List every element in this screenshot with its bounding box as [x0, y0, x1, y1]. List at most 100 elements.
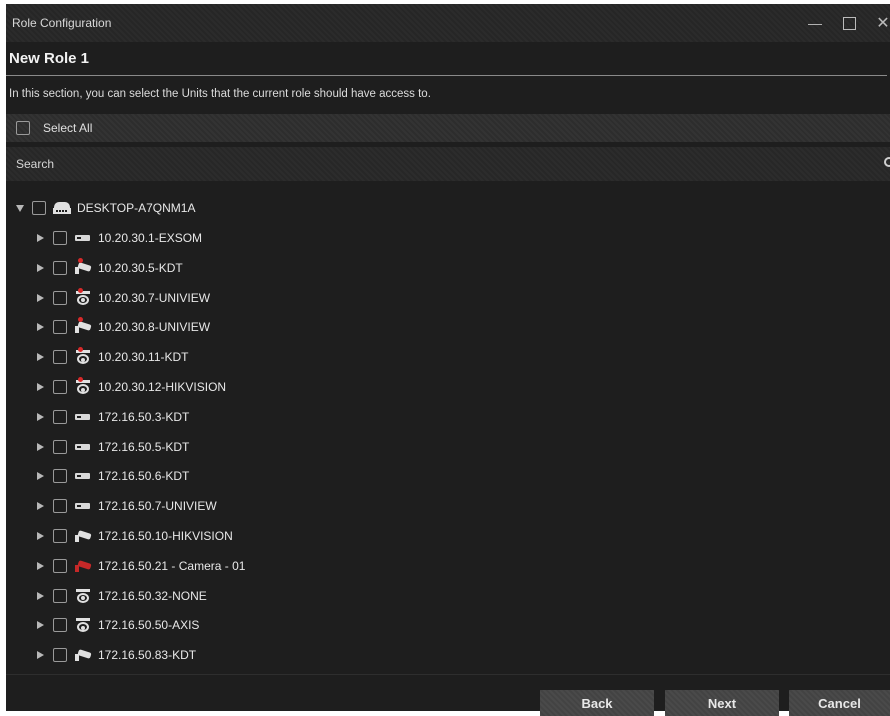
tree-item-checkbox[interactable]: [53, 529, 67, 543]
role-name-heading: New Role 1: [6, 42, 887, 76]
tree-item-label: 172.16.50.6-KDT: [98, 469, 190, 484]
search-icon[interactable]: [884, 157, 890, 167]
nvr-icon: [74, 231, 92, 245]
bullet-camera-icon: [74, 559, 92, 573]
tree-item-label: 172.16.50.21 - Camera - 01: [98, 558, 246, 573]
expand-icon[interactable]: [37, 651, 44, 660]
tree-item-label: 10.20.30.8-UNIVIEW: [98, 320, 211, 335]
expand-icon[interactable]: [37, 591, 44, 600]
role-description: In this section, you can select the Unit…: [9, 88, 431, 100]
expand-icon[interactable]: [37, 442, 44, 451]
nvr-icon: [74, 410, 92, 424]
expand-icon[interactable]: [37, 353, 44, 362]
tree-item[interactable]: 10.20.30.7-UNIVIEW: [37, 283, 210, 313]
bullet-camera-icon: [74, 317, 92, 334]
maximize-icon: [842, 16, 856, 30]
tree-item-label: 10.20.30.11-KDT: [98, 350, 189, 365]
close-button[interactable]: ✕: [866, 4, 890, 42]
expand-icon[interactable]: [37, 532, 44, 540]
tree-item[interactable]: 10.20.30.5-KDT: [37, 253, 183, 283]
dome-camera-icon: [74, 287, 92, 305]
expand-icon[interactable]: [37, 234, 44, 242]
tree-item-checkbox[interactable]: [53, 320, 67, 335]
tree-root-checkbox[interactable]: [32, 201, 46, 215]
tree-item-label: 172.16.50.50-AXIS: [98, 618, 200, 633]
tree-item-checkbox[interactable]: [53, 290, 67, 305]
tree-item[interactable]: 10.20.30.12-HIKVISION: [37, 372, 226, 402]
tree-item[interactable]: 172.16.50.6-KDT: [37, 461, 189, 491]
tree-item-checkbox[interactable]: [53, 469, 67, 484]
back-button[interactable]: Back: [540, 690, 654, 716]
tree-item-checkbox[interactable]: [53, 618, 67, 633]
tree-item-checkbox[interactable]: [53, 231, 67, 245]
tree-root-label: DESKTOP-A7QNM1A: [77, 201, 196, 215]
expand-icon[interactable]: [37, 323, 44, 332]
tree-item[interactable]: 172.16.50.32-NONE: [37, 581, 207, 611]
dome-camera-icon: [74, 618, 92, 633]
tree-item-label: 172.16.50.7-UNIVIEW: [98, 499, 217, 514]
dome-camera-icon: [74, 347, 92, 365]
bullet-camera-icon: [74, 529, 92, 543]
next-button[interactable]: Next: [665, 690, 779, 716]
server-icon: [53, 201, 71, 215]
tree-item-checkbox[interactable]: [53, 409, 67, 424]
expand-icon[interactable]: [37, 293, 44, 302]
tree-item[interactable]: 172.16.50.83-KDT: [37, 640, 196, 670]
search-placeholder: Search: [16, 157, 55, 171]
window-controls: — ✕: [798, 4, 890, 42]
expand-icon[interactable]: [37, 383, 44, 391]
tree-item-label: 172.16.50.5-KDT: [98, 439, 190, 454]
expand-icon[interactable]: [37, 561, 44, 570]
expand-icon[interactable]: [37, 621, 44, 630]
tree-item[interactable]: 172.16.50.10-HIKVISION: [37, 521, 233, 551]
tree-item-label: 172.16.50.10-HIKVISION: [98, 529, 233, 543]
tree-item-checkbox[interactable]: [53, 588, 67, 603]
window-title: Role Configuration: [12, 16, 112, 30]
tree-item[interactable]: 10.20.30.8-UNIVIEW: [37, 312, 210, 342]
expand-icon[interactable]: [37, 502, 44, 511]
tree-item-checkbox[interactable]: [53, 350, 67, 365]
cancel-button[interactable]: Cancel: [789, 690, 890, 716]
minimize-button[interactable]: —: [798, 4, 832, 42]
tree-item-checkbox[interactable]: [53, 260, 67, 275]
select-all-label: Select All: [43, 121, 93, 135]
expand-icon[interactable]: [37, 412, 44, 421]
nvr-icon: [74, 440, 92, 454]
tree-item-checkbox[interactable]: [53, 439, 67, 454]
tree-root-row[interactable]: DESKTOP-A7QNM1A: [16, 193, 195, 223]
tree-item-label: 10.20.30.12-HIKVISION: [98, 380, 227, 394]
title-bar: Role Configuration — ✕: [6, 4, 890, 42]
tree-item[interactable]: 172.16.50.50-AXIS: [37, 610, 199, 640]
tree-item-label: 10.20.30.1-EXSOM: [98, 231, 203, 245]
select-all-checkbox[interactable]: [16, 121, 30, 135]
dome-camera-icon: [74, 588, 92, 603]
tree-item[interactable]: 10.20.30.11-KDT: [37, 342, 189, 372]
tree-item-checkbox[interactable]: [53, 558, 67, 573]
tree-item-label: 172.16.50.32-NONE: [98, 588, 207, 603]
tree-item-label: 10.20.30.7-UNIVIEW: [98, 290, 211, 305]
search-input[interactable]: Search: [6, 147, 890, 181]
tree-item[interactable]: 172.16.50.3-KDT: [37, 402, 189, 432]
footer-divider: [6, 674, 890, 675]
maximize-button[interactable]: [832, 4, 866, 42]
tree-item-checkbox[interactable]: [53, 499, 67, 514]
expand-collapse-icon[interactable]: [16, 204, 24, 212]
bullet-camera-icon: [74, 257, 92, 275]
tree-item[interactable]: 10.20.30.1-EXSOM: [37, 223, 202, 253]
tree-item[interactable]: 172.16.50.21 - Camera - 01: [37, 551, 245, 581]
tree-item-checkbox[interactable]: [53, 648, 67, 663]
dome-camera-icon: [74, 377, 92, 394]
expand-icon[interactable]: [37, 472, 44, 481]
tree-item-label: 172.16.50.3-KDT: [98, 409, 190, 424]
tree-item-label: 10.20.30.5-KDT: [98, 260, 183, 275]
select-all-row[interactable]: Select All: [6, 114, 890, 142]
tree-item-label: 172.16.50.83-KDT: [98, 648, 197, 663]
bullet-camera-icon: [74, 648, 92, 662]
tree-item[interactable]: 172.16.50.5-KDT: [37, 432, 189, 462]
expand-icon[interactable]: [37, 263, 44, 272]
nvr-icon: [74, 499, 92, 513]
tree-item[interactable]: 172.16.50.7-UNIVIEW: [37, 491, 217, 521]
tree-item-checkbox[interactable]: [53, 380, 67, 394]
nvr-icon: [74, 469, 92, 483]
role-configuration-window: Role Configuration — ✕ New Role 1 In thi…: [6, 4, 890, 716]
